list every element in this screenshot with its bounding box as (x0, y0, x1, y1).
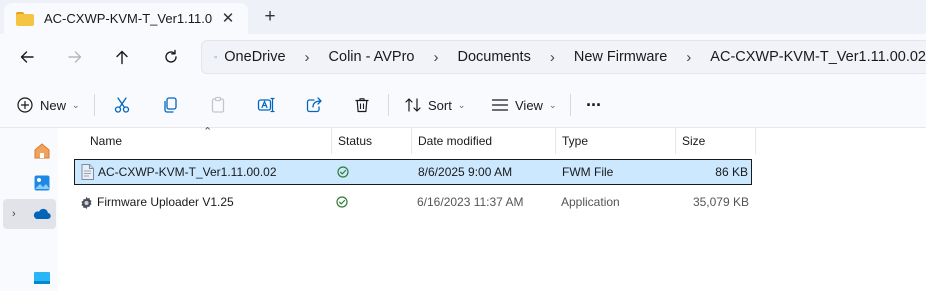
chevron-right-icon[interactable]: › (686, 49, 691, 66)
tab-title: AC-CXWP-KVM-T_Ver1.11.00.02 (44, 11, 212, 26)
chevron-down-icon: ⌄ (72, 99, 80, 110)
column-header-status[interactable]: Status (338, 128, 372, 154)
document-icon (81, 164, 94, 180)
column-header-date-modified[interactable]: Date modified (418, 128, 492, 154)
new-button[interactable]: New ⌄ (16, 92, 80, 118)
file-name[interactable]: AC-CXWP-KVM-T_Ver1.11.00.02 (98, 160, 277, 184)
file-list: ⌃ Name Status Date modified Type Size AC… (58, 126, 926, 291)
copy-button[interactable] (161, 92, 179, 118)
status-synced-check-icon (337, 166, 349, 178)
gallery-icon[interactable] (32, 173, 52, 193)
onedrive-cloud-icon[interactable] (32, 204, 52, 224)
back-button[interactable] (13, 43, 41, 71)
status-synced-check-icon (336, 196, 348, 208)
divider (388, 94, 389, 116)
arrow-right-icon (68, 51, 82, 63)
column-header-size[interactable]: Size (682, 128, 705, 154)
more-options-button[interactable]: ··· (586, 92, 602, 118)
breadcrumb-current-folder[interactable]: AC-CXWP-KVM-T_Ver1.11.00.02 (710, 49, 926, 65)
delete-button[interactable] (353, 92, 371, 118)
divider (570, 94, 571, 116)
file-row[interactable]: Firmware Uploader V1.25 6/16/2023 11:37 … (74, 190, 752, 216)
column-divider[interactable] (411, 128, 412, 154)
breadcrumb[interactable]: OneDrive › Colin - AVPro › Documents › N… (201, 40, 926, 74)
chevron-right-icon[interactable]: › (305, 49, 310, 66)
sort-arrows-icon (405, 98, 421, 112)
new-label: New (40, 97, 67, 113)
file-name[interactable]: Firmware Uploader V1.25 (97, 190, 234, 214)
column-header-name[interactable]: Name (90, 128, 122, 154)
cut-button[interactable] (113, 92, 131, 118)
chevron-right-icon[interactable]: › (550, 49, 555, 66)
list-view-icon (491, 99, 509, 111)
chevron-down-icon: ⌄ (548, 99, 557, 110)
refresh-icon (165, 49, 177, 63)
file-row[interactable]: AC-CXWP-KVM-T_Ver1.11.00.02 8/6/2025 9:0… (74, 159, 752, 185)
tab-strip: AC-CXWP-KVM-T_Ver1.11.00.02 ✕ + (0, 0, 926, 34)
folder-icon (16, 11, 34, 26)
chevron-right-icon[interactable]: › (434, 49, 439, 66)
breadcrumb-onedrive[interactable]: OneDrive (224, 49, 285, 65)
tab-current-folder[interactable]: AC-CXWP-KVM-T_Ver1.11.00.02 ✕ (4, 3, 248, 34)
share-icon (306, 97, 322, 113)
column-divider[interactable] (331, 128, 332, 154)
desktop-icon[interactable] (32, 270, 52, 290)
file-size: 35,079 KB (692, 195, 749, 209)
file-type: FWM File (562, 165, 614, 179)
breadcrumb-colin-avpro[interactable]: Colin - AVPro (329, 49, 415, 65)
column-divider[interactable] (675, 128, 676, 154)
sort-ascending-icon: ⌃ (203, 126, 213, 138)
home-icon[interactable] (32, 141, 52, 161)
trash-icon (355, 98, 369, 113)
column-divider[interactable] (755, 128, 756, 154)
sort-label: Sort (428, 97, 452, 113)
column-header-type[interactable]: Type (562, 128, 588, 154)
plus-circle-icon (17, 97, 33, 113)
copy-icon (164, 97, 177, 113)
address-row: OneDrive › Colin - AVPro › Documents › N… (0, 34, 926, 80)
arrow-up-icon (116, 50, 128, 65)
command-bar: New ⌄ Sort ⌄ View ⌄ ··· (0, 80, 926, 128)
cloud-outline-icon (214, 56, 218, 59)
gear-app-icon (81, 196, 92, 210)
breadcrumb-documents[interactable]: Documents (458, 49, 531, 65)
view-label: View (515, 97, 543, 113)
close-tab-button[interactable]: ✕ (218, 9, 238, 29)
rename-icon (257, 97, 275, 113)
file-size: 86 KB (715, 165, 748, 179)
up-button[interactable] (108, 43, 136, 71)
chevron-down-icon: ⌄ (457, 99, 466, 110)
file-type: Application (561, 195, 620, 209)
clipboard-icon (211, 96, 225, 113)
file-date-modified: 6/16/2023 11:37 AM (417, 195, 524, 209)
arrow-left-icon (20, 51, 34, 63)
scissors-icon (114, 97, 130, 113)
column-divider[interactable] (555, 128, 556, 154)
navigation-pane: › (0, 128, 58, 291)
new-tab-button[interactable]: + (259, 6, 281, 28)
view-button[interactable]: View ⌄ (491, 92, 557, 118)
paste-button[interactable] (209, 92, 227, 118)
forward-button[interactable] (61, 43, 89, 71)
rename-button[interactable] (257, 92, 275, 118)
divider (94, 94, 95, 116)
chevron-right-icon[interactable]: › (12, 208, 16, 220)
breadcrumb-new-firmware[interactable]: New Firmware (574, 49, 667, 65)
refresh-button[interactable] (157, 43, 185, 71)
file-date-modified: 8/6/2025 9:00 AM (418, 165, 513, 179)
share-button[interactable] (305, 92, 323, 118)
sort-button[interactable]: Sort ⌄ (404, 92, 465, 118)
